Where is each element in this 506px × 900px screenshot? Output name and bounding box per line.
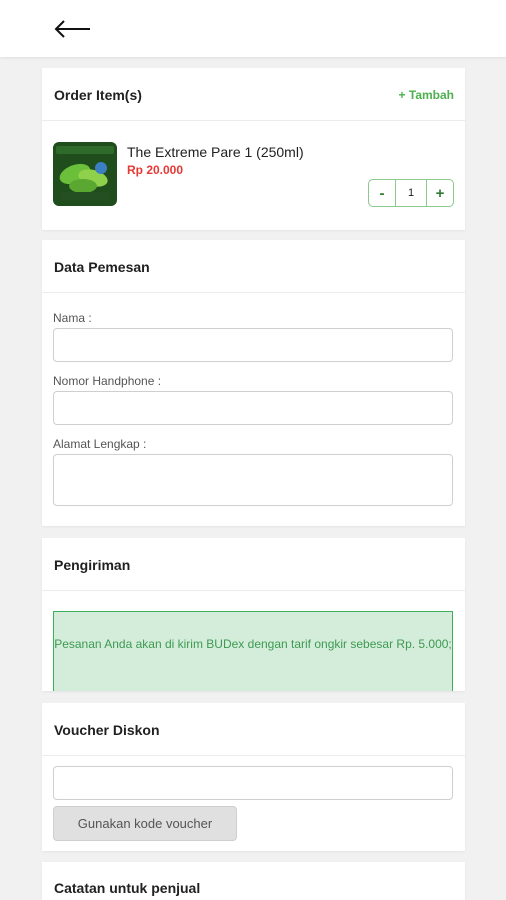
name-input[interactable] bbox=[53, 328, 453, 362]
address-label: Alamat Lengkap : bbox=[53, 437, 147, 451]
name-label: Nama : bbox=[53, 311, 92, 325]
voucher-card: Voucher Diskon Gunakan kode voucher bbox=[42, 703, 465, 851]
increase-quantity-button[interactable]: + bbox=[426, 180, 453, 206]
order-items-card: Order Item(s) + Tambah The Extreme Pare … bbox=[42, 68, 465, 230]
seller-notes-title: Catatan untuk penjual bbox=[54, 880, 201, 896]
back-button[interactable] bbox=[50, 14, 96, 44]
shipping-header: Pengiriman bbox=[42, 538, 465, 591]
decrease-quantity-button[interactable]: - bbox=[369, 180, 396, 206]
customer-data-card: Data Pemesan Nama : Nomor Handphone : Al… bbox=[42, 240, 465, 526]
phone-label: Nomor Handphone : bbox=[53, 374, 162, 388]
apply-voucher-button[interactable]: Gunakan kode voucher bbox=[53, 806, 237, 841]
shipping-card: Pengiriman Pesanan Anda akan di kirim BU… bbox=[42, 538, 465, 691]
quantity-value[interactable]: 1 bbox=[396, 180, 426, 206]
product-price: Rp 20.000 bbox=[127, 163, 184, 177]
product-thumbnail bbox=[53, 142, 117, 206]
phone-input[interactable] bbox=[53, 391, 453, 425]
order-items-header: Order Item(s) + Tambah bbox=[42, 68, 465, 121]
voucher-title: Voucher Diskon bbox=[54, 722, 160, 738]
customer-data-header: Data Pemesan bbox=[42, 240, 465, 293]
product-name: The Extreme Pare 1 (250ml) bbox=[127, 144, 304, 160]
address-textarea[interactable] bbox=[53, 454, 453, 506]
arrow-left-icon bbox=[54, 20, 90, 38]
product-image bbox=[53, 142, 117, 206]
order-items-title: Order Item(s) bbox=[54, 87, 142, 103]
seller-notes-card: Catatan untuk penjual bbox=[42, 862, 465, 900]
order-item-row: The Extreme Pare 1 (250ml) Rp 20.000 - 1… bbox=[42, 121, 465, 229]
customer-data-title: Data Pemesan bbox=[54, 259, 150, 275]
voucher-header: Voucher Diskon bbox=[42, 703, 465, 756]
add-item-link[interactable]: + Tambah bbox=[399, 88, 454, 102]
quantity-stepper: - 1 + bbox=[368, 179, 454, 207]
voucher-code-input[interactable] bbox=[53, 766, 453, 800]
shipping-info-alert: Pesanan Anda akan di kirim BUDex dengan … bbox=[53, 611, 453, 691]
shipping-title: Pengiriman bbox=[54, 557, 131, 573]
top-app-bar bbox=[0, 0, 506, 57]
